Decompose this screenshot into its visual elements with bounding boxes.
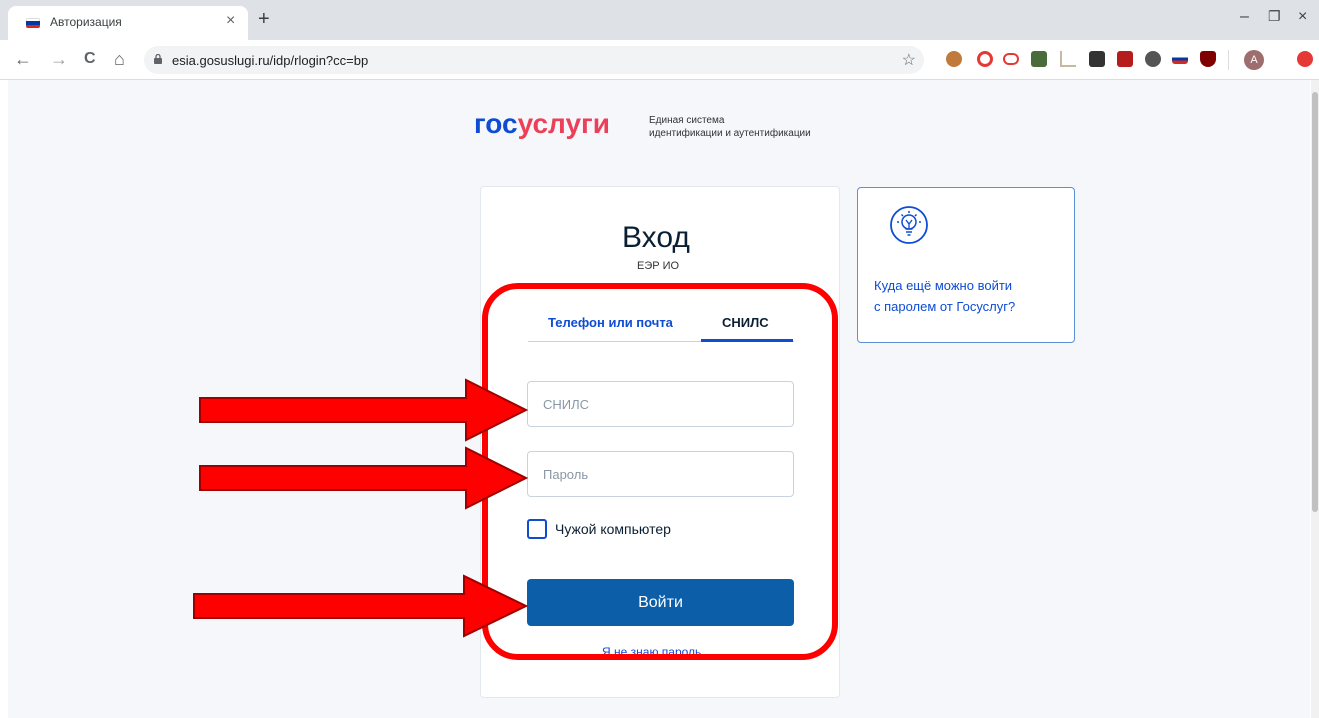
minimize-button[interactable]: – [1240, 8, 1249, 26]
profile-avatar[interactable]: A [1244, 50, 1264, 70]
login-button[interactable]: Войти [527, 579, 794, 626]
back-button[interactable]: ← [14, 49, 32, 70]
bookmark-star-icon[interactable]: ☆ [902, 50, 916, 70]
tab-title: Авторизация [50, 15, 122, 29]
extension-icon-4[interactable] [1031, 51, 1047, 67]
lightbulb-icon [890, 206, 928, 244]
url-text: esia.gosuslugi.ru/idp/rlogin?cc=bp [172, 53, 369, 68]
foreign-computer-label[interactable]: Чужой компьютер [555, 521, 671, 537]
gosuslugi-logo[interactable]: госуслуги [474, 108, 610, 140]
forward-button[interactable]: → [50, 49, 68, 70]
address-bar[interactable]: esia.gosuslugi.ru/idp/rlogin?cc=bp ☆ [144, 46, 924, 74]
browser-tabbar: Авторизация × + – ❐ × [0, 0, 1319, 40]
russia-extension-icon[interactable] [1172, 54, 1188, 64]
extension-icon-11[interactable] [1297, 51, 1313, 67]
restore-button[interactable]: ❐ [1268, 8, 1281, 25]
russia-flag-icon [26, 18, 40, 28]
extension-icon-5[interactable] [1060, 51, 1076, 67]
new-tab-button[interactable]: + [258, 8, 270, 31]
page-scrollbar[interactable] [1311, 80, 1319, 718]
tab-phone-or-email[interactable]: Телефон или почта [548, 315, 673, 330]
pdf-extension-icon[interactable] [1117, 51, 1133, 67]
tab-snils[interactable]: СНИЛС [722, 315, 769, 330]
close-window-button[interactable]: × [1298, 8, 1307, 26]
password-input[interactable] [527, 451, 794, 497]
logo-tagline: Единая система идентификации и аутентифи… [649, 115, 811, 139]
active-tab-indicator [701, 339, 793, 342]
forgot-password-link[interactable]: Я не знаю пароль [602, 645, 701, 659]
home-button[interactable]: ⌂ [114, 49, 125, 70]
snils-input[interactable] [527, 381, 794, 427]
hint-text[interactable]: Куда ещё можно войти с паролем от Госусл… [874, 275, 1064, 317]
extension-icon-3[interactable] [1003, 53, 1019, 65]
lock-icon [154, 54, 162, 64]
login-subtitle: ЕЭР ИО [637, 260, 680, 272]
extension-icon-6[interactable] [1089, 51, 1105, 67]
browser-tab[interactable]: Авторизация × [8, 6, 248, 40]
toolbar-divider [1228, 50, 1229, 70]
extension-icon-2[interactable] [977, 51, 993, 67]
extension-icon-1[interactable] [946, 51, 962, 67]
extension-icon-8[interactable] [1145, 51, 1161, 67]
scroll-thumb[interactable] [1312, 92, 1318, 512]
ublock-icon[interactable] [1200, 51, 1216, 67]
browser-toolbar: ← → C ⌂ esia.gosuslugi.ru/idp/rlogin?cc=… [0, 40, 1319, 80]
foreign-computer-checkbox[interactable] [527, 519, 547, 539]
reload-button[interactable]: C [84, 50, 96, 68]
tab-close-icon[interactable]: × [226, 12, 235, 30]
